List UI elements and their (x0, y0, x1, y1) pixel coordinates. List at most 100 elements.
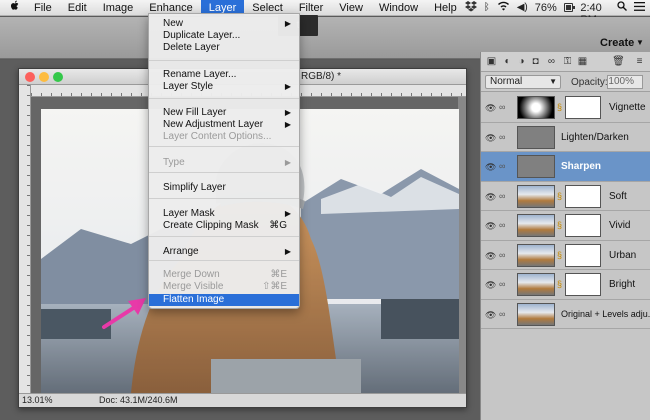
panel-menu-icon[interactable]: ≡ (633, 55, 646, 68)
vertical-scrollbar[interactable] (458, 97, 466, 393)
layer-thumbnail[interactable] (517, 184, 555, 208)
visibility-eye-icon[interactable]: 👁 (485, 192, 496, 203)
layers-list: 👁 ∞ § Vignette 👁 ∞ Lighten/Darken 👁 ∞ Sharpen 👁 ∞ § S… (481, 93, 650, 329)
layer-thumbnail[interactable] (517, 155, 555, 178)
zoom-window-icon[interactable] (53, 72, 63, 82)
menu-help[interactable]: Help (426, 0, 465, 16)
blend-mode-value: Normal (490, 76, 523, 87)
menu-item-label: Merge Down (163, 269, 220, 280)
menu-separator (149, 260, 299, 261)
menu-edit[interactable]: Edit (60, 0, 95, 16)
menubar: File Edit Image Enhance Layer Select Fil… (0, 0, 650, 26)
create-caret-icon[interactable]: ▼ (636, 38, 644, 47)
mask-link-icon[interactable]: § (557, 220, 562, 230)
mask-link-icon[interactable]: § (557, 102, 562, 112)
layer-link-icon[interactable]: ∞ (499, 309, 505, 319)
layer-row[interactable]: 👁 ∞ § Vignette (481, 93, 650, 123)
layer-mask-thumbnail[interactable] (565, 273, 601, 296)
apple-icon[interactable] (0, 0, 26, 16)
menu-image[interactable]: Image (95, 0, 142, 16)
menu-item-arrange[interactable]: Arrange ▶ (149, 246, 299, 258)
blend-mode-select[interactable]: Normal ▼ (485, 75, 561, 89)
dropbox-icon[interactable] (464, 0, 477, 15)
fill-adjust-icon[interactable]: ◐ (501, 55, 514, 68)
visibility-eye-icon[interactable]: 👁 (485, 103, 496, 114)
zoom-level[interactable]: 13.01% (22, 395, 53, 405)
menu-item-label: Type (163, 157, 185, 168)
menu-separator (149, 236, 299, 237)
layer-mask-thumbnail[interactable] (565, 184, 601, 208)
layer-thumbnail[interactable] (517, 214, 555, 237)
notification-center-icon[interactable] (634, 1, 646, 14)
layer-thumbnail[interactable] (517, 125, 555, 149)
layer-row[interactable]: 👁 ∞ § Vivid (481, 211, 650, 241)
visibility-eye-icon[interactable]: 👁 (485, 251, 496, 262)
menu-item-new-adjustment-layer[interactable]: New Adjustment Layer ▶ (149, 119, 299, 131)
menu-item-simplify-layer[interactable]: Simplify Layer (149, 182, 299, 194)
link-layers-icon[interactable]: ∞ (545, 55, 558, 68)
chevron-down-icon: ▼ (549, 77, 557, 86)
menu-item-label: Layer Style (163, 81, 214, 92)
visibility-eye-icon[interactable]: 👁 (485, 221, 496, 232)
visibility-eye-icon[interactable]: 👁 (485, 280, 496, 291)
layer-mask-thumbnail[interactable] (565, 243, 601, 267)
delete-layer-icon[interactable]: 🗑 (612, 55, 625, 68)
mask-link-icon[interactable]: § (557, 191, 562, 201)
layer-thumbnail[interactable] (517, 96, 555, 119)
menu-item-create-clipping-mask[interactable]: Create Clipping Mask ⌘G (149, 220, 299, 232)
layer-link-icon[interactable]: ∞ (499, 102, 505, 112)
layer-row[interactable]: 👁 ∞ § Urban (481, 240, 650, 270)
layer-link-icon[interactable]: ∞ (499, 250, 505, 260)
layer-name: Vignette (609, 102, 646, 113)
layer-thumbnail[interactable] (517, 273, 555, 296)
menu-item-flatten-image[interactable]: Flatten Image (149, 294, 299, 306)
add-mask-icon[interactable]: ◑ (515, 55, 528, 68)
mask-icon[interactable]: ◘ (529, 55, 542, 68)
menu-item-new[interactable]: New ▶ (149, 18, 299, 30)
layer-mask-thumbnail[interactable] (565, 96, 601, 119)
menu-item-rename-layer[interactable]: Rename Layer... (149, 69, 299, 81)
menu-item-layer-style[interactable]: Layer Style ▶ (149, 81, 299, 93)
lock-icon[interactable]: ⚿ (561, 55, 574, 68)
visibility-eye-icon[interactable]: 👁 (485, 162, 496, 173)
layer-link-icon[interactable]: ∞ (499, 279, 505, 289)
wifi-icon[interactable] (497, 1, 510, 14)
layer-row[interactable]: 👁 ∞ § Soft (481, 181, 650, 211)
menu-view[interactable]: View (331, 0, 371, 16)
volume-icon[interactable]: ◀) (517, 2, 528, 13)
visibility-eye-icon[interactable]: 👁 (485, 133, 496, 144)
menu-item-label: Rename Layer... (163, 69, 237, 80)
visibility-eye-icon[interactable]: 👁 (485, 310, 496, 321)
mask-link-icon[interactable]: § (557, 279, 562, 289)
menu-window[interactable]: Window (371, 0, 426, 16)
search-icon[interactable] (617, 1, 628, 14)
lock-transparency-icon[interactable]: ▦ (576, 55, 589, 68)
layer-link-icon[interactable]: ∞ (499, 191, 505, 201)
layer-name: Sharpen (561, 161, 602, 172)
mask-link-icon[interactable]: § (557, 250, 562, 260)
menu-file[interactable]: File (26, 0, 60, 16)
layer-row[interactable]: 👁 ∞ § Bright (481, 270, 650, 300)
menu-item-new-fill-layer[interactable]: New Fill Layer ▶ (149, 107, 299, 119)
new-layer-icon[interactable]: ▣ (485, 55, 498, 68)
layer-row[interactable]: 👁 ∞ Lighten/Darken (481, 122, 650, 152)
layer-thumbnail[interactable] (517, 302, 555, 326)
create-menu[interactable]: Create (600, 37, 634, 49)
close-window-icon[interactable] (25, 72, 35, 82)
layer-thumbnail[interactable] (517, 243, 555, 267)
minimize-window-icon[interactable] (39, 72, 49, 82)
layer-link-icon[interactable]: ∞ (499, 132, 505, 142)
opacity-field[interactable]: 100% (607, 75, 643, 89)
layer-mask-thumbnail[interactable] (565, 214, 601, 237)
menu-item-delete-layer[interactable]: Delete Layer (149, 42, 299, 54)
battery-percent[interactable]: 76% (535, 2, 557, 14)
menu-item-layer-mask[interactable]: Layer Mask ▶ (149, 208, 299, 220)
menu-item-duplicate-layer[interactable]: Duplicate Layer... (149, 30, 299, 42)
layer-link-icon[interactable]: ∞ (499, 161, 505, 171)
opacity-label: Opacity: (571, 77, 608, 88)
layer-link-icon[interactable]: ∞ (499, 220, 505, 230)
layer-row[interactable]: 👁 ∞ Sharpen (481, 152, 650, 182)
layer-row[interactable]: 👁 ∞ Original + Levels adju... (481, 299, 650, 329)
doc-size-info[interactable]: Doc: 43.1M/240.6M (99, 395, 178, 405)
bluetooth-icon[interactable]: ᛒ (484, 2, 490, 13)
